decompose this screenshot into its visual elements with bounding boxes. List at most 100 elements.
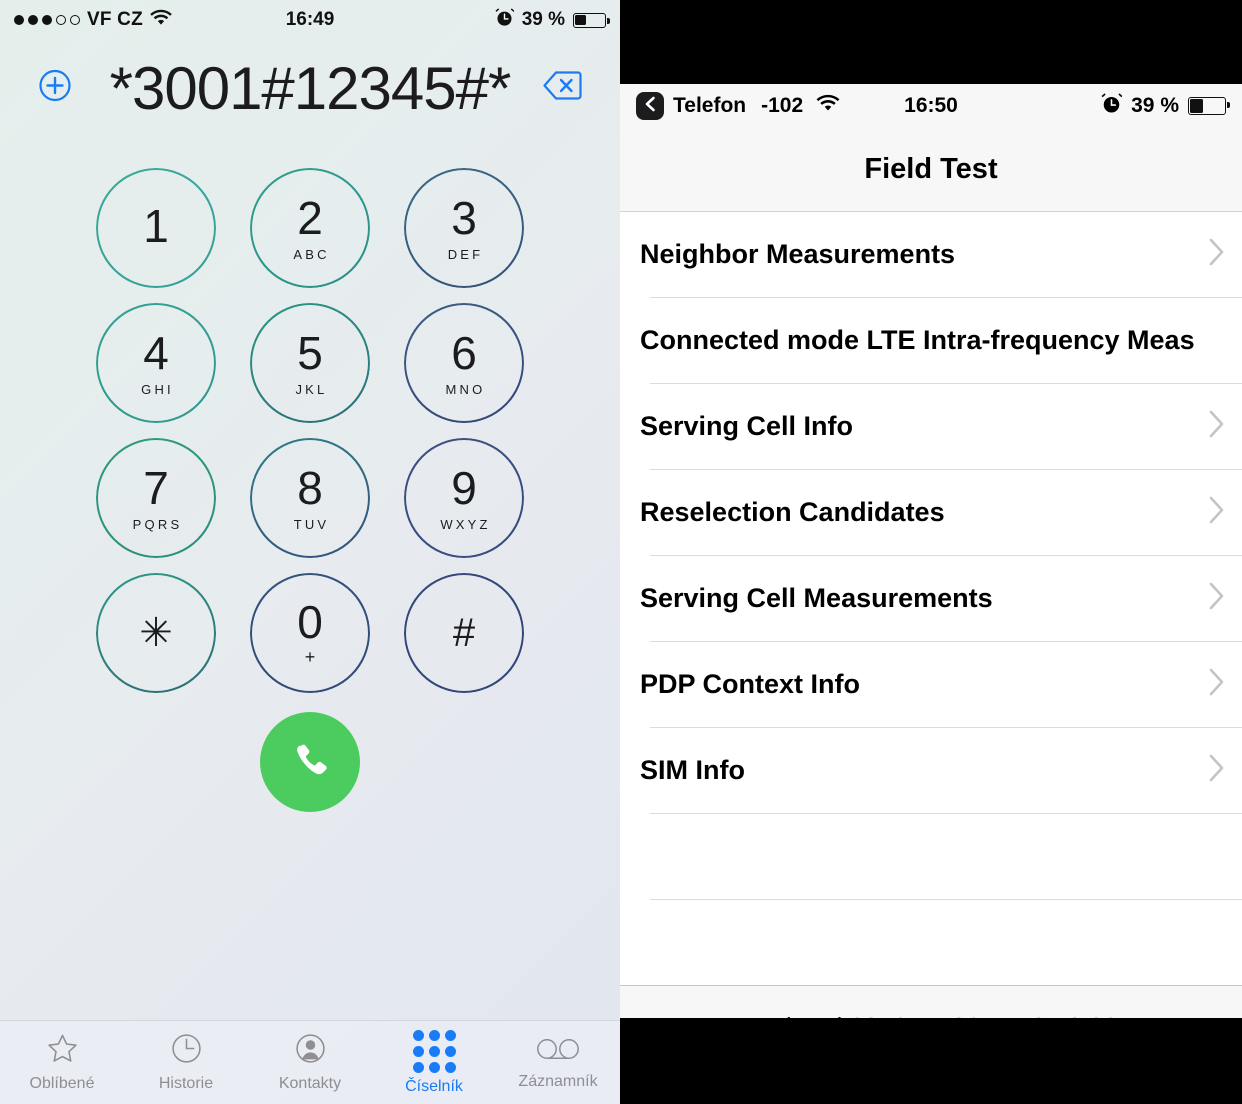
battery-icon [1188,97,1230,115]
key-ring [250,167,370,288]
keypad-cell: 3DEF [387,160,541,295]
list-item-pdp-context-info[interactable]: PDP Context Info [620,642,1242,727]
add-circle-icon[interactable] [38,69,72,108]
tab-keypad[interactable]: Číselník [372,1029,496,1096]
battery-percent-label: 39 % [521,9,565,30]
keypad-key-5[interactable]: 5JKL [250,302,370,423]
keypad-key-9[interactable]: 9WXYZ [404,437,524,558]
chevron-right-icon [1208,409,1226,444]
alarm-clock-icon [1101,92,1123,120]
keypad-key-7[interactable]: 7PQRS [96,437,216,558]
phone-handset-icon [286,736,334,789]
call-button[interactable] [260,712,360,812]
status-bar-left-group: Telefon -102 [636,92,840,120]
tab-label: Historie [158,1075,214,1092]
keypad-key-3[interactable]: 3DEF [404,167,524,288]
list-item-label: Serving Cell Measurements [640,583,993,613]
status-bar-left-group: VF CZ [14,9,172,32]
voicemail-icon [536,1035,580,1068]
status-bar-right-group: 39 % [495,7,610,33]
keypad-key-star[interactable]: ✳ [96,572,216,693]
tab-label: Číselník [405,1077,463,1095]
list-item-neighbor-measurements[interactable]: Neighbor Measurements [620,212,1242,297]
list-item-label: Connected mode LTE Intra-frequency Meas [640,325,1195,355]
chevron-right-icon [1208,581,1226,616]
back-button[interactable] [636,92,664,120]
list-item-label: PDP Context Info [640,669,861,699]
list-item-label: Serving Cell Info [640,411,854,441]
bottom-letterbox [620,1018,1242,1104]
signal-strength-dots [14,15,80,25]
status-bar-time: 16:50 [904,94,958,117]
list-item-label: Reselection Candidates [640,497,945,527]
key-ring [250,437,370,558]
wifi-icon [816,94,840,118]
keypad-cell: 7PQRS [79,430,233,565]
list-item-connected-mode-lte-intra-frequency-meas[interactable]: Connected mode LTE Intra-frequency Meas [620,298,1242,383]
field-test-status-bar: Telefon -102 16:50 39 % [620,84,1242,128]
tab-label: Oblíbené [29,1075,95,1092]
signal-dbm-label[interactable]: -102 [761,94,803,118]
keypad-icon [412,1029,456,1073]
keypad-key-6[interactable]: 6MNO [404,302,524,423]
keypad-cell: 5JKL [233,295,387,430]
keypad-cell: 1 [79,160,233,295]
key-ring [96,437,216,558]
list-item-serving-cell-info[interactable]: Serving Cell Info [620,384,1242,469]
phone-status-bar: VF CZ 16:49 39 % [0,0,620,40]
keypad-cell: # [387,565,541,700]
keypad-key-4[interactable]: 4GHI [96,302,216,423]
phone-tab-bar: Oblíbené Historie Kontakty Číselník Zázn… [0,1020,620,1104]
list-item-label: SIM Info [640,755,745,785]
keypad-key-2[interactable]: 2ABC [250,167,370,288]
chevron-right-icon [1208,495,1226,530]
tab-recents[interactable]: Historie [124,1032,248,1093]
dialer-keypad: 1 2ABC 3DEF 4GHI 5JKL 6MNO 7PQRS 8TUV 9W… [0,160,620,700]
chevron-right-icon [1208,237,1226,272]
keypad-key-0[interactable]: 0+ [250,572,370,693]
keypad-cell: 9WXYZ [387,430,541,565]
keypad-cell: 6MNO [387,295,541,430]
key-ring [250,572,370,693]
tab-voicemail[interactable]: Záznamník [496,1035,620,1091]
clock-icon [170,1032,203,1070]
key-ring [404,302,524,423]
list-item-serving-cell-measurements[interactable]: Serving Cell Measurements [620,556,1242,641]
list-item-empty [620,900,1242,985]
keypad-key-hash[interactable]: # [404,572,524,693]
dual-screenshot: VF CZ 16:49 39 % *3001#12345#* Oblíbené … [0,0,1242,1104]
tab-contacts[interactable]: Kontakty [248,1032,372,1093]
key-ring [404,167,524,288]
status-bar-right-group: 39 % [1101,92,1230,120]
key-ring [404,437,524,558]
tab-favorites[interactable]: Oblíbené [0,1032,124,1093]
dialed-number: *3001#12345#* [109,54,512,122]
keypad-key-1[interactable]: 1 [96,167,216,288]
chevron-right-icon [1208,667,1226,702]
dialed-number-row: *3001#12345#* [0,40,620,136]
keypad-key-8[interactable]: 8TUV [250,437,370,558]
alarm-clock-icon [495,7,515,33]
backspace-icon[interactable] [542,70,582,107]
field-test-nav-bar: Field Test [620,128,1242,212]
list-item-sim-info[interactable]: SIM Info [620,728,1242,813]
keypad-cell: ✳ [79,565,233,700]
call-button-row [0,712,620,812]
field-test-pane: Telefon -102 16:50 39 % Field Test Neigh… [620,0,1242,1104]
tab-label: Kontakty [278,1075,342,1092]
chevron-right-icon [1208,753,1226,788]
person-icon [294,1032,327,1070]
top-letterbox [620,0,1242,84]
list-item-empty [620,814,1242,899]
tab-label: Záznamník [518,1072,598,1090]
chevron-left-icon [643,94,657,118]
list-item-label: Neighbor Measurements [640,239,956,269]
keypad-cell: 0+ [233,565,387,700]
key-ring [250,302,370,423]
key-ring [96,302,216,423]
battery-percent-label: 39 % [1131,94,1179,117]
back-label[interactable]: Telefon [673,94,746,118]
key-ring [404,572,524,693]
list-item-reselection-candidates[interactable]: Reselection Candidates [620,470,1242,555]
carrier-label: VF CZ [87,9,143,30]
